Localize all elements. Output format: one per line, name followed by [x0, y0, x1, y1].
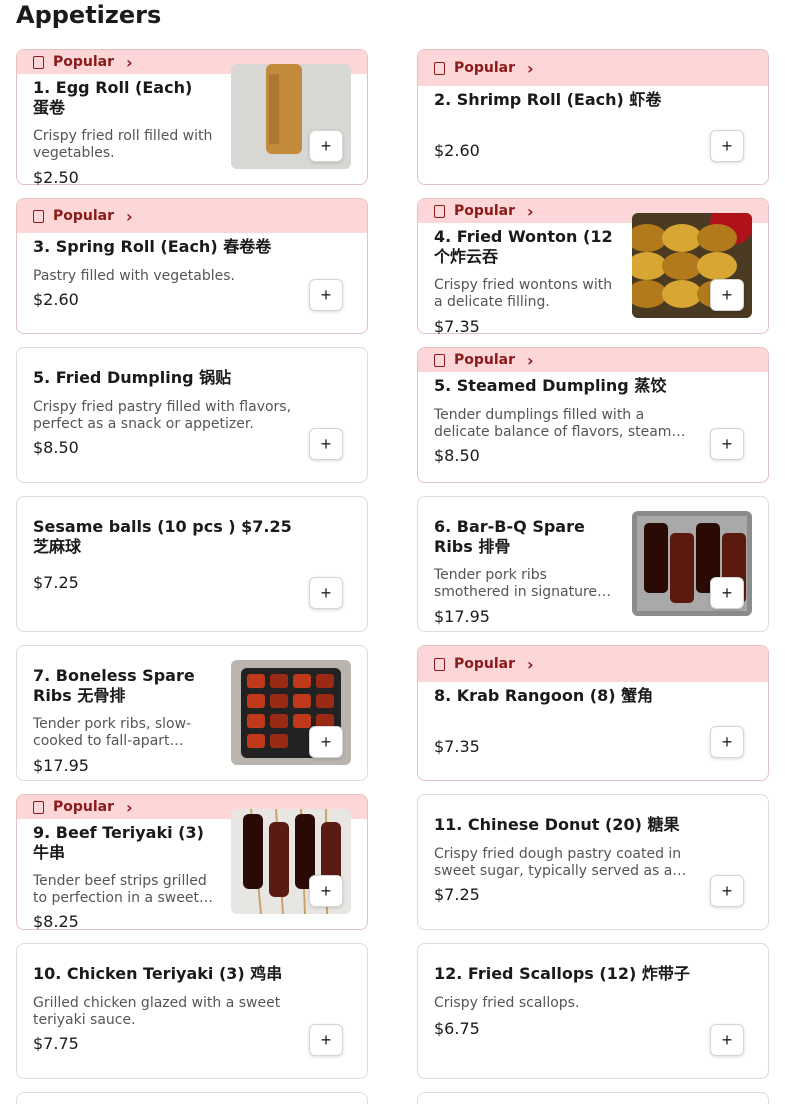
menu-item-name: 3. Spring Roll (Each) 春卷卷 [33, 237, 272, 256]
menu-item-card[interactable]: Popular › 2. Shrimp Roll (Each) 虾卷 $2.60 + [417, 49, 769, 185]
menu-item-name: 6. Bar-B-Q Spare Ribs 排骨 [434, 517, 585, 556]
add-to-cart-button[interactable]: + [710, 1024, 744, 1056]
add-to-cart-button[interactable]: + [309, 279, 343, 311]
menu-item-name: Sesame balls (10 pcs ) $7.25 芝麻球 [33, 517, 292, 556]
menu-item-description: Tender pork ribs, slow-cooked to fall-ap… [33, 716, 192, 749]
menu-item-price: $8.25 [33, 912, 79, 931]
menu-item-price: $8.50 [33, 438, 79, 457]
menu-item-card[interactable]: 7. Boneless Spare Ribs 无骨排 Tender pork ri… [16, 645, 368, 781]
menu-item-content: 12. Fried Scallops (12) 炸带子 Crispy fried … [434, 944, 752, 1078]
menu-item-description: Crispy fried scallops. [434, 995, 580, 1011]
menu-item-name: 8. Krab Rangoon (8) 蟹角 [434, 686, 654, 705]
menu-item-card[interactable]: Popular › 4. Fried Wonton (12个炸云吞 Crispy fr… [417, 198, 769, 336]
menu-item-content: 11. Chinese Donut (20) 糖果 Crispy fried do… [434, 795, 752, 929]
add-to-cart-button[interactable]: + [710, 726, 744, 758]
menu-item-price: $7.35 [434, 317, 480, 336]
menu-item-card[interactable]: 10. Chicken Teriyaki (3) 鸡串 Grilled chick… [16, 943, 368, 1079]
menu-item-name: 7. Boneless Spare Ribs 无骨排 [33, 666, 195, 705]
menu-item-card[interactable]: Popular › 9. Beef Teriyaki (3) 牛串 Tender be… [16, 794, 368, 931]
menu-item-card[interactable]: Popular › 5. Steamed Dumpling 蒸饺 Tender dum… [417, 347, 769, 483]
menu-item-card[interactable]: Popular › 3. Spring Roll (Each) 春卷卷 Pastry … [16, 198, 368, 334]
add-to-cart-button[interactable]: + [710, 130, 744, 162]
menu-item-name: 12. Fried Scallops (12) 炸带子 [434, 964, 690, 983]
menu-item-name: 2. Shrimp Roll (Each) 虾卷 [434, 90, 662, 109]
menu-item-content: Sesame balls (10 pcs ) $7.25 芝麻球 $7.25 [33, 497, 351, 631]
menu-item-price: $6.75 [434, 1019, 480, 1038]
add-to-cart-button[interactable]: + [710, 428, 744, 460]
menu-item-name: 1. Egg Roll (Each) 蛋卷 [33, 78, 193, 117]
menu-item-description: Crispy fried wontons with a delicate fil… [434, 277, 613, 310]
menu-item-card[interactable]: Popular › 1. Egg Roll (Each) 蛋卷 Crispy frie… [16, 49, 368, 187]
menu-item-card[interactable]: Sesame balls (10 pcs ) $7.25 芝麻球 $7.25 + [16, 496, 368, 632]
menu-item-description: Pastry filled with vegetables. [33, 268, 235, 284]
menu-item-name: 5. Steamed Dumpling 蒸饺 [434, 376, 667, 395]
menu-item-card[interactable]: 6. Bar-B-Q Spare Ribs 排骨 Tender pork ribs… [417, 496, 769, 632]
menu-grid: Popular › 1. Egg Roll (Each) 蛋卷 Crispy frie… [16, 49, 769, 1104]
add-to-cart-button[interactable]: + [309, 130, 343, 162]
menu-item-card[interactable]: 11. Chinese Donut (20) 糖果 Crispy fried do… [417, 794, 769, 930]
menu-item-name: 5. Fried Dumpling 锅贴 [33, 368, 232, 387]
menu-item-description: Crispy fried roll filled with vegetables… [33, 128, 213, 161]
menu-item-card-partial[interactable] [16, 1092, 368, 1104]
menu-item-content: 3. Spring Roll (Each) 春卷卷 Pastry filled w… [33, 199, 351, 333]
menu-item-content: 8. Krab Rangoon (8) 蟹角 $7.35 [434, 646, 752, 780]
menu-item-price: $8.50 [434, 446, 480, 465]
menu-item-price: $7.75 [33, 1034, 79, 1053]
menu-item-content: 5. Fried Dumpling 锅贴 Crispy fried pastry … [33, 348, 351, 482]
menu-item-card[interactable]: 5. Fried Dumpling 锅贴 Crispy fried pastry … [16, 347, 368, 483]
add-to-cart-button[interactable]: + [309, 875, 343, 907]
menu-item-name: 4. Fried Wonton (12个炸云吞 [434, 227, 613, 266]
menu-item-price: $7.35 [434, 737, 480, 756]
add-to-cart-button[interactable]: + [309, 726, 343, 758]
menu-item-content: 2. Shrimp Roll (Each) 虾卷 $2.60 [434, 50, 752, 184]
add-to-cart-button[interactable]: + [710, 279, 744, 311]
menu-item-description: Tender dumplings filled with a delicate … [434, 407, 689, 440]
menu-item-price: $7.25 [33, 573, 79, 592]
menu-item-price: $7.25 [434, 885, 480, 904]
menu-item-description: Crispy fried dough pastry coated in swee… [434, 846, 682, 879]
menu-item-content: 10. Chicken Teriyaki (3) 鸡串 Grilled chick… [33, 944, 351, 1078]
add-to-cart-button[interactable]: + [309, 577, 343, 609]
menu-item-name: 11. Chinese Donut (20) 糖果 [434, 815, 680, 834]
menu-item-card[interactable]: 12. Fried Scallops (12) 炸带子 Crispy fried … [417, 943, 769, 1079]
menu-item-description: Tender beef strips grilled to perfection… [33, 873, 207, 906]
menu-item-name: 9. Beef Teriyaki (3) 牛串 [33, 823, 204, 862]
menu-item-description: Crispy fried pastry filled with flavors,… [33, 399, 292, 432]
menu-item-price: $2.60 [434, 141, 480, 160]
menu-item-price: $17.95 [434, 607, 490, 626]
add-to-cart-button[interactable]: + [309, 428, 343, 460]
menu-item-price: $2.50 [33, 168, 79, 187]
menu-item-card[interactable]: Popular › 8. Krab Rangoon (8) 蟹角 $7.35 + [417, 645, 769, 781]
menu-item-price: $2.60 [33, 290, 79, 309]
add-to-cart-button[interactable]: + [309, 1024, 343, 1056]
add-to-cart-button[interactable]: + [710, 875, 744, 907]
section-title: Appetizers [16, 1, 162, 29]
menu-item-description: Grilled chicken glazed with a sweet teri… [33, 995, 281, 1028]
add-to-cart-button[interactable]: + [710, 577, 744, 609]
menu-item-price: $17.95 [33, 756, 89, 775]
menu-item-card-partial[interactable] [417, 1092, 769, 1104]
menu-item-name: 10. Chicken Teriyaki (3) 鸡串 [33, 964, 283, 983]
menu-item-content: 5. Steamed Dumpling 蒸饺 Tender dumplings f… [434, 348, 752, 482]
menu-item-description: Tender pork ribs smothered in signature … [434, 567, 598, 600]
